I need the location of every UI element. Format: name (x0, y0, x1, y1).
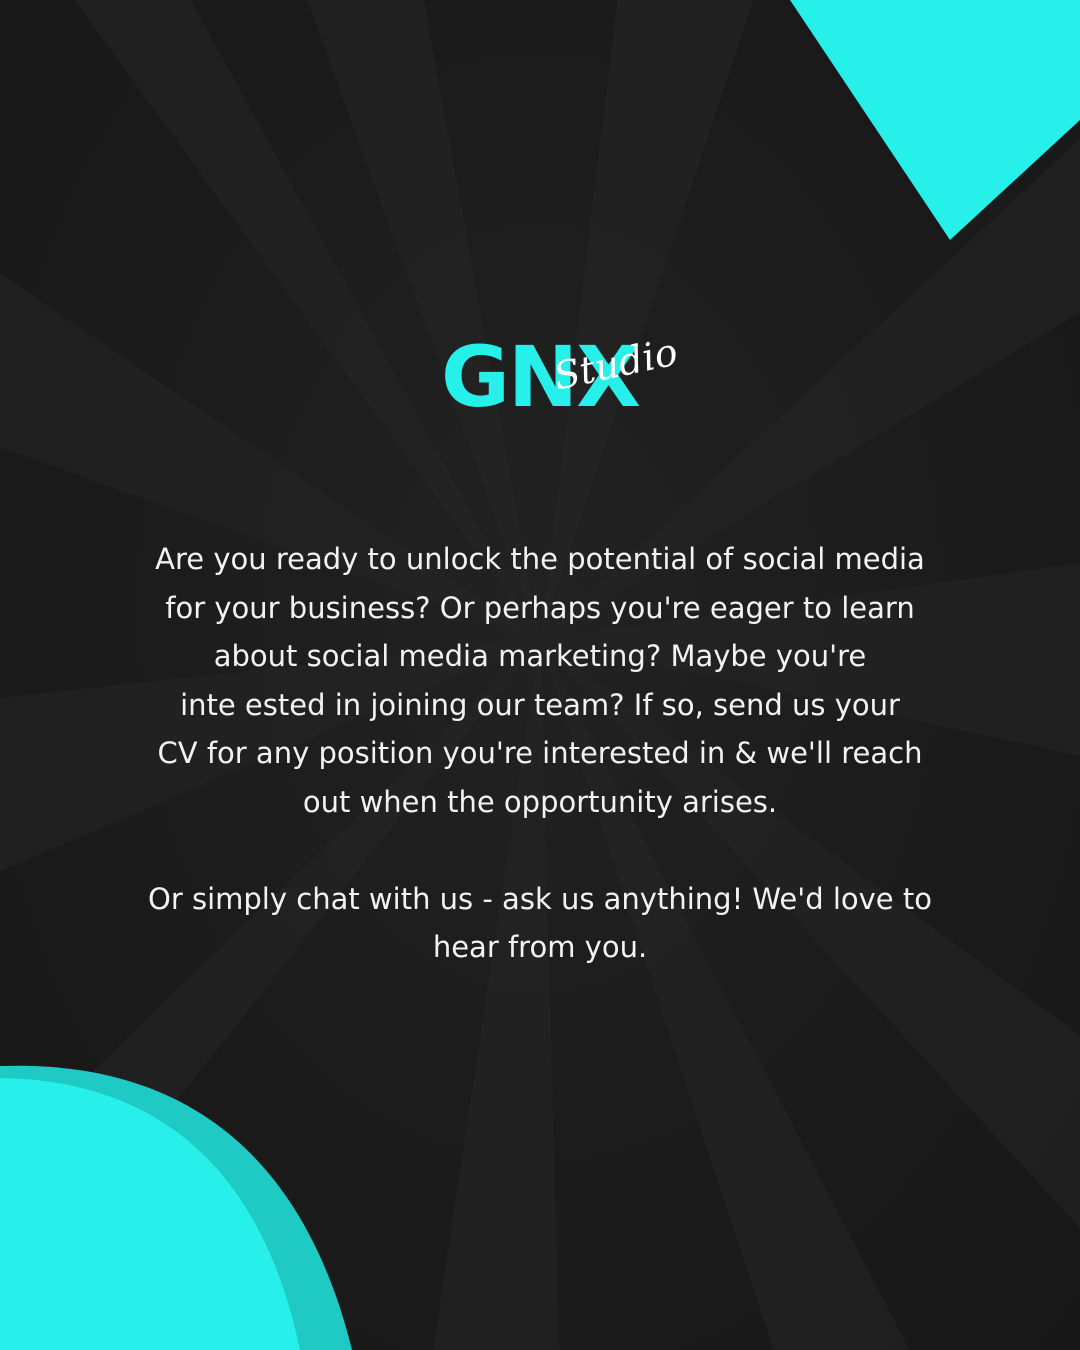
text-line: inte ested in joining our team? If so, s… (180, 687, 900, 722)
top-right-accent-shape (790, 0, 1080, 240)
logo: GNX Studio (0, 322, 1080, 432)
paragraph-invitation: Are you ready to unlock the potential of… (90, 535, 990, 827)
paragraph-chat: Or simply chat with us - ask us anything… (90, 875, 990, 972)
logo-wordmark: GNX Studio (441, 322, 681, 432)
body-text: Are you ready to unlock the potential of… (90, 535, 990, 972)
text-line: about social media marketing? Maybe you'… (213, 639, 867, 674)
text-line: Or simply chat with us - ask us anything… (148, 881, 932, 916)
text-line: hear from you. (432, 930, 648, 965)
text-line: for your business? Or perhaps you're eag… (165, 590, 915, 625)
text-line: out when the opportunity arises. (302, 784, 778, 819)
text-line: Are you ready to unlock the potential of… (155, 542, 925, 576)
poster: GNX Studio Are you ready to unlock the p… (0, 0, 1080, 1350)
text-line: CV for any position you're interested in… (157, 736, 923, 771)
